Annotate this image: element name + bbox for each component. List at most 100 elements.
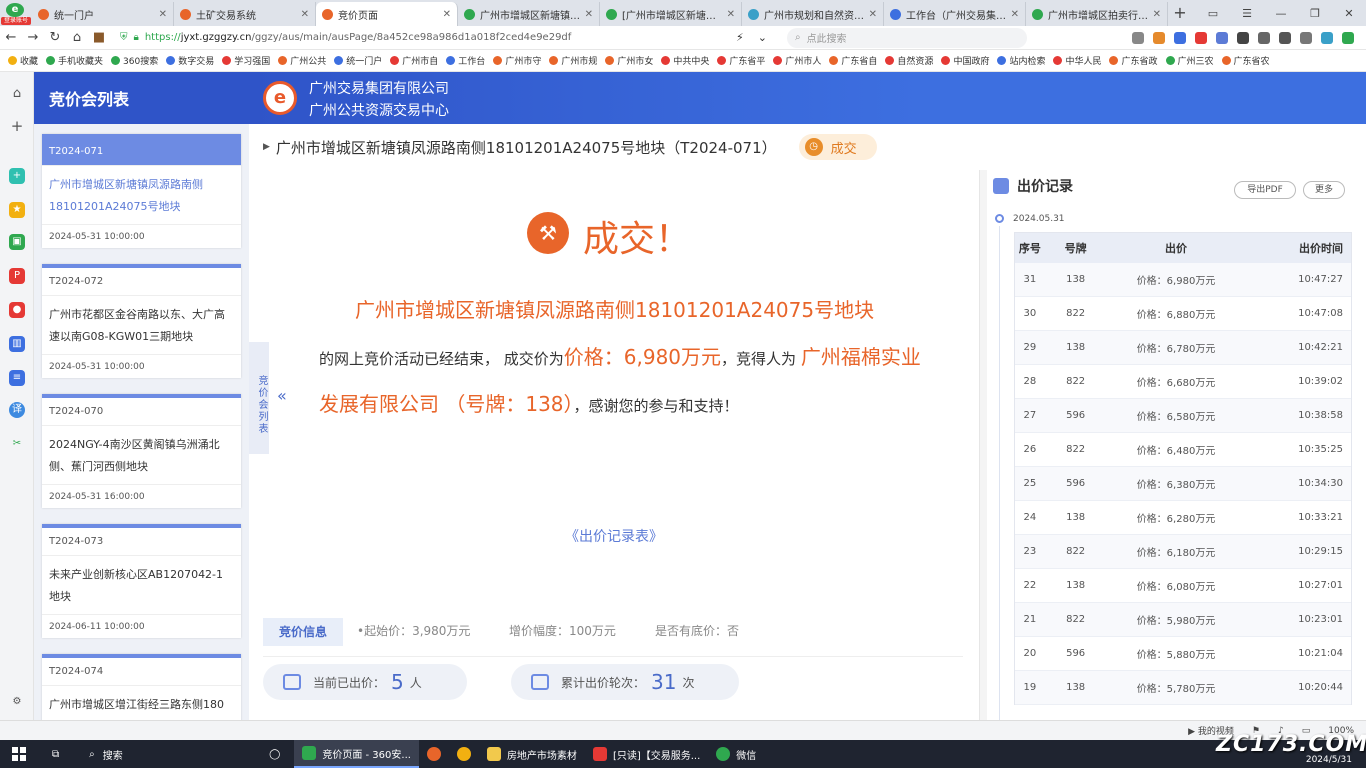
bookmark-item[interactable]: 广州市人 (773, 54, 821, 67)
browser-tab[interactable]: 工作台（广州交易集团有 ✕ (884, 2, 1026, 26)
close-tab-icon[interactable]: ✕ (1011, 9, 1019, 20)
bookmark-item[interactable]: 学习强国 (222, 54, 270, 67)
undo-icon[interactable] (1300, 31, 1312, 44)
refresh-icon[interactable]: ↻ (44, 30, 66, 45)
add-icon[interactable]: + (9, 118, 25, 134)
settings-icon[interactable]: ⚙ (9, 694, 25, 710)
browser-tab[interactable]: 统一门户 ✕ (32, 2, 174, 26)
chart-icon[interactable]: ▥ (9, 336, 25, 352)
close-tab-icon[interactable]: ✕ (301, 9, 309, 20)
bookmark-item[interactable]: 广州公共 (278, 54, 326, 67)
browser-menu-icon[interactable] (1342, 31, 1354, 44)
star-icon[interactable]: ★ (9, 202, 25, 218)
browser-tab[interactable]: 竞价页面 ✕ (316, 2, 458, 26)
close-tab-icon[interactable]: ✕ (159, 9, 167, 20)
taskbar-app-wps[interactable]: [只读]【交易服务... (585, 740, 708, 768)
bookmark-item[interactable]: 中共中央 (661, 54, 709, 67)
close-tab-icon[interactable]: ✕ (585, 9, 593, 20)
browser-tab[interactable]: 广州市增城区拍卖行有限 ✕ (1026, 2, 1168, 26)
download-icon[interactable] (1279, 31, 1291, 44)
forward-icon[interactable]: → (22, 30, 44, 45)
browser-tab[interactable]: 广州市增城区新塘镇凤源 ✕ (458, 2, 600, 26)
browser-tab[interactable]: 广州市规划和自然资源局 ✕ (742, 2, 884, 26)
close-tab-icon[interactable]: ✕ (727, 9, 735, 20)
double-chevron-left-icon[interactable]: « (277, 386, 287, 405)
game-icon[interactable] (1195, 31, 1207, 44)
close-tab-icon[interactable]: ✕ (443, 9, 451, 20)
close-tab-icon[interactable]: ✕ (869, 9, 877, 20)
bookmark-item[interactable]: 广东省政 (1109, 54, 1158, 67)
bookmark-item[interactable]: 广州市规 (549, 54, 597, 67)
pdf-icon[interactable]: P (9, 268, 25, 284)
scissors-icon[interactable] (1132, 31, 1144, 44)
bookmark-item[interactable]: 收藏 (8, 54, 38, 67)
browser-tab[interactable]: 土矿交易系统 ✕ (174, 2, 316, 26)
chevron-down-icon[interactable]: ⌄ (758, 31, 767, 44)
bookmark-item[interactable]: 工作台 (446, 54, 485, 67)
taskbar-app-wechat[interactable]: 微信 (708, 740, 764, 768)
app-icon[interactable]: + (9, 168, 25, 184)
taskbar-app-folder[interactable]: 房地产市场素材 (479, 740, 585, 768)
bookmark-item[interactable]: 中国政府 (941, 54, 989, 67)
bookmark-item[interactable]: 广东省自 (829, 54, 877, 67)
bid-record-link[interactable]: 《出价记录表》 (565, 526, 663, 546)
home-sidebar-icon[interactable]: ⌂ (9, 86, 25, 102)
export-pdf-button[interactable]: 导出PDF (1234, 181, 1296, 199)
bookmark-item[interactable]: 广州市女 (605, 54, 653, 67)
auction-card[interactable]: T2024-072 广州市花都区金谷南路以东、大广高速以南G08-KGW01三期地… (42, 264, 241, 378)
scissors-sidebar-icon[interactable]: ✂ (9, 436, 25, 452)
url-field[interactable]: ⛨ 🔒︎ https:// jyxt.gzggzy.cn /ggzy/aus/m… (116, 28, 716, 48)
image-icon[interactable]: ▣ (9, 234, 25, 250)
translate-icon[interactable] (1174, 31, 1186, 44)
main-scrollbar[interactable] (979, 170, 987, 720)
browser-tab[interactable]: [广州市增城区新塘镇凤 ✕ (600, 2, 742, 26)
doc-icon[interactable]: ≡ (9, 370, 25, 386)
auction-card[interactable]: T2024-074 广州市增城区增江街经三路东侧180 (42, 654, 241, 720)
more-button[interactable]: 更多 (1303, 181, 1345, 199)
bookmark-item[interactable]: 数字交易 (166, 54, 214, 67)
home-icon[interactable]: ⌂ (66, 30, 88, 45)
ai-icon[interactable] (1321, 31, 1333, 44)
mail-icon[interactable] (1216, 31, 1228, 44)
menu-icon[interactable]: ☰ (1230, 7, 1264, 20)
shopping-icon[interactable] (1153, 31, 1165, 44)
bookmark-item[interactable]: 统一门户 (334, 54, 382, 67)
translate-sidebar-icon[interactable]: 译 (9, 402, 25, 418)
taskbar-app-browser[interactable]: 竞价页面 - 360安... (294, 740, 419, 768)
auction-card[interactable]: T2024-071 广州市增城区新塘镇凤源路南侧18101201A24075号地块… (42, 134, 241, 248)
bookmark-item[interactable]: 手机收藏夹 (46, 54, 103, 67)
bookmark-item[interactable]: 广东省农 (1221, 54, 1270, 67)
taskbar-search[interactable]: ⌕ 搜索 (89, 747, 269, 762)
bookmark-item[interactable]: 中华人民 (1053, 54, 1101, 67)
browser-logo[interactable]: e 登录账号 (0, 0, 32, 26)
extension-icon[interactable]: ■ (88, 30, 110, 45)
lightning-icon[interactable]: ⚡ (736, 31, 744, 44)
maximize-button[interactable]: ❐ (1298, 7, 1332, 20)
taskbar-app-firefox[interactable] (419, 740, 449, 768)
bookmark-item[interactable]: 广东省平 (717, 54, 765, 67)
bookmark-item[interactable]: 自然资源 (885, 54, 933, 67)
close-window-button[interactable]: ✕ (1332, 7, 1366, 20)
bookmark-item[interactable]: 广州三农 (1165, 54, 1214, 67)
minimize-button[interactable]: — (1264, 7, 1298, 20)
taskbar-app-chrome[interactable] (449, 740, 479, 768)
skin-icon[interactable]: ▭ (1196, 7, 1230, 20)
search-box[interactable]: ⌕ 点此搜索 (786, 27, 1027, 48)
bookmark-item[interactable]: 站内检索 (997, 54, 1045, 67)
task-view-icon[interactable]: ⧉ (52, 749, 59, 760)
bookmark-item[interactable]: 360搜索 (111, 54, 158, 67)
record-icon[interactable]: ● (9, 302, 25, 318)
close-tab-icon[interactable]: ✕ (1153, 9, 1161, 20)
new-tab-button[interactable]: + (1168, 2, 1192, 26)
bookmark-item[interactable]: 广州市自 (390, 54, 438, 67)
auction-card[interactable]: T2024-073 未来产业创新核心区AB1207042-1地块 2024-06-1… (42, 524, 241, 638)
login-badge[interactable]: 登录账号 (1, 17, 31, 25)
tab-bid-info[interactable]: 竞价信息 (263, 618, 343, 646)
auction-card[interactable]: T2024-070 2024NGY-4南沙区黄阁镇乌洲涌北侧、蕉门河西侧地块 202… (42, 394, 241, 508)
cortana-icon[interactable]: ◯ (269, 749, 280, 760)
windows-start-icon[interactable] (12, 747, 26, 761)
extensions-icon[interactable] (1258, 31, 1270, 44)
screenshot-icon[interactable] (1237, 31, 1249, 44)
bookmark-item[interactable]: 广州市守 (493, 54, 541, 67)
back-icon[interactable]: ← (0, 30, 22, 45)
